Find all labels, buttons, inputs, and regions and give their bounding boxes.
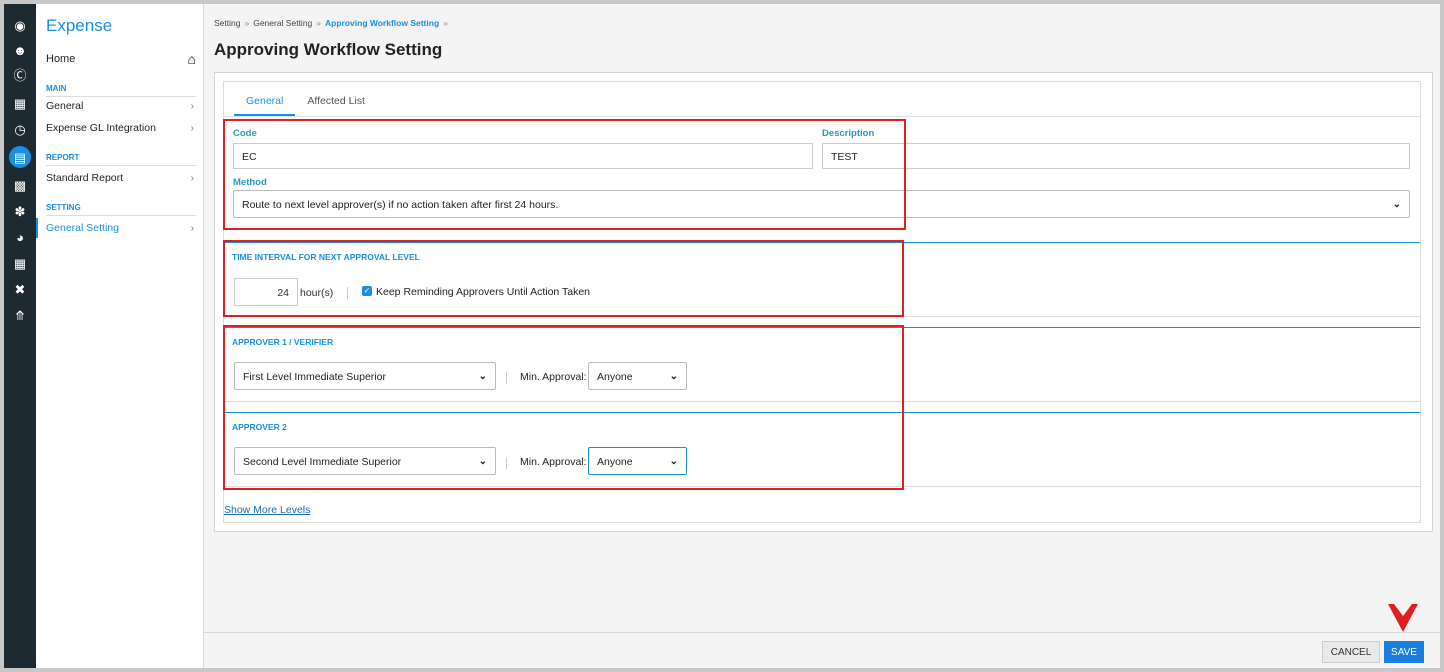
cancel-button[interactable]: CANCEL	[1322, 641, 1380, 663]
time-interval-title: TIME INTERVAL FOR NEXT APPROVAL LEVEL	[232, 252, 420, 262]
menu-item-expense-gl-integration[interactable]: Expense GL Integration ›	[46, 120, 196, 136]
approver-1-title: APPROVER 1 / VERIFIER	[232, 337, 334, 347]
menu-item-label: Expense GL Integration	[46, 122, 156, 134]
tab-bar: General Affected List	[234, 92, 377, 116]
approver-1-min-approval-select[interactable]: Anyone ⌄	[588, 362, 687, 390]
chevron-down-icon: ⌄	[1392, 199, 1401, 210]
menu-section-main: MAIN	[46, 84, 196, 97]
hours-unit: hour(s)	[300, 287, 334, 299]
keep-reminding-checkbox[interactable]: ✓	[362, 286, 372, 296]
method-select[interactable]: Route to next level approver(s) if no ac…	[233, 190, 1410, 218]
clock-icon[interactable]: ◷	[9, 118, 31, 140]
dollar-icon[interactable]: Ⓒ	[9, 64, 31, 86]
upload-icon[interactable]: ⤊	[9, 304, 31, 326]
hand-money-icon[interactable]: ✽	[9, 200, 31, 222]
breadcrumb: Setting» General Setting» Approving Workfl…	[214, 18, 452, 28]
chevron-down-icon: ⌄	[669, 371, 678, 382]
code-field[interactable]: EC	[233, 143, 813, 169]
tab-general[interactable]: General	[234, 92, 296, 116]
description-label: Description	[822, 128, 875, 139]
approver-2-select[interactable]: Second Level Immediate Superior ⌄	[234, 447, 496, 475]
chevron-down-icon: ⌄	[669, 456, 678, 467]
approver-2-title: APPROVER 2	[232, 422, 287, 432]
menu-section-report: REPORT	[46, 153, 196, 166]
menu-home-label: Home	[46, 53, 76, 65]
menu-item-label: General	[46, 100, 84, 112]
side-menu: Expense Home ⌂ MAIN General › Expense GL…	[36, 4, 204, 668]
calendar-check-icon[interactable]: ▩	[9, 174, 31, 196]
save-button[interactable]: SAVE	[1384, 641, 1424, 663]
approver-2-section: APPROVER 2 Second Level Immediate Superi…	[224, 412, 1420, 487]
breadcrumb-item[interactable]: General Setting	[253, 18, 312, 28]
icon-rail: ◉ ☻ Ⓒ ▦ ◷ ▤ ▩ ✽ ◕ ▦ ✖ ⤊	[4, 4, 36, 668]
breadcrumb-separator: »	[316, 18, 322, 28]
menu-section-setting: SETTING	[46, 203, 196, 216]
approver-2-min-approval-select[interactable]: Anyone ⌄	[588, 447, 687, 475]
approver-1-min-approval-value: Anyone	[597, 371, 633, 383]
approver-1-value: First Level Immediate Superior	[243, 371, 386, 383]
method-select-value: Route to next level approver(s) if no ac…	[242, 199, 559, 211]
chevron-right-icon: ›	[190, 172, 194, 184]
footer-bar: CANCEL SAVE	[204, 632, 1440, 668]
page-title: Approving Workflow Setting	[214, 40, 443, 59]
chevron-down-icon: ⌄	[478, 456, 487, 467]
home-icon: ⌂	[187, 51, 196, 67]
breadcrumb-item[interactable]: Setting	[214, 18, 240, 28]
chevron-right-icon: ›	[190, 122, 194, 134]
divider	[506, 457, 507, 469]
description-field[interactable]: TEST	[822, 143, 1410, 169]
main-content: Setting» General Setting» Approving Workfl…	[204, 4, 1440, 668]
approver-1-section: APPROVER 1 / VERIFIER First Level Immedi…	[224, 327, 1420, 402]
chevron-right-icon: ›	[190, 100, 194, 112]
method-label: Method	[233, 177, 267, 188]
keep-reminding-label: Keep Reminding Approvers Until Action Ta…	[376, 286, 591, 298]
menu-item-general[interactable]: General ›	[46, 98, 196, 114]
breadcrumb-current[interactable]: Approving Workflow Setting	[325, 18, 439, 28]
users-icon[interactable]: ☻	[9, 39, 31, 61]
dashboard-icon[interactable]: ◉	[9, 14, 31, 36]
pie-chart-icon[interactable]: ◕	[9, 226, 31, 248]
approver-2-value: Second Level Immediate Superior	[243, 456, 402, 468]
breadcrumb-separator: »	[244, 18, 250, 28]
menu-home[interactable]: Home ⌂	[46, 50, 196, 68]
calendar-icon[interactable]: ▦	[9, 92, 31, 114]
breadcrumb-separator: »	[443, 18, 448, 28]
approver-2-min-approval-label: Min. Approval:	[520, 456, 587, 468]
menu-item-general-setting[interactable]: General Setting ›	[36, 218, 196, 238]
menu-item-standard-report[interactable]: Standard Report ›	[46, 170, 196, 186]
chevron-right-icon: ›	[190, 222, 194, 234]
hours-input[interactable]: 24	[234, 278, 298, 306]
divider	[347, 287, 348, 299]
approver-1-select[interactable]: First Level Immediate Superior ⌄	[234, 362, 496, 390]
code-label: Code	[233, 128, 257, 139]
menu-item-label: General Setting	[46, 222, 119, 234]
menu-item-label: Standard Report	[46, 172, 124, 184]
tools-icon[interactable]: ✖	[9, 278, 31, 300]
app-title: Expense	[46, 16, 113, 35]
expense-icon[interactable]: ▤	[9, 146, 31, 168]
settings-card: General Affected List Code EC Descriptio…	[214, 72, 1433, 532]
chevron-down-icon: ⌄	[478, 371, 487, 382]
time-interval-section: TIME INTERVAL FOR NEXT APPROVAL LEVEL 24…	[224, 242, 1420, 317]
settings-panel: General Affected List Code EC Descriptio…	[223, 81, 1421, 523]
arrow-marker-notch	[1394, 604, 1412, 616]
divider	[506, 372, 507, 384]
grid-calendar-icon[interactable]: ▦	[9, 252, 31, 274]
approver-1-min-approval-label: Min. Approval:	[520, 371, 587, 383]
approver-2-min-approval-value: Anyone	[597, 456, 633, 468]
show-more-levels-link[interactable]: Show More Levels	[224, 504, 310, 516]
tab-divider	[224, 116, 1420, 117]
tab-affected-list[interactable]: Affected List	[295, 92, 377, 116]
